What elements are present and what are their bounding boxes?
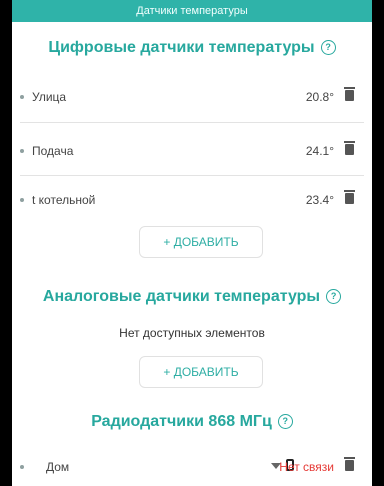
add-digital-sensor-button[interactable]: + ДОБАВИТЬ: [139, 226, 263, 258]
right-border: [372, 0, 384, 486]
delete-icon[interactable]: [344, 457, 355, 471]
left-border: [0, 0, 12, 486]
analog-sensors-title: Аналоговые датчики температуры?: [20, 288, 364, 306]
delete-icon[interactable]: [344, 141, 355, 155]
empty-state-text: Нет доступных элементов: [119, 326, 265, 340]
list-item[interactable]: Подача 24.1°: [20, 140, 364, 164]
sensor-label: Улица: [32, 90, 67, 104]
digital-sensors-title-text: Цифровые датчики температуры: [48, 39, 315, 56]
sensor-temperature: 23.4°: [305, 193, 334, 207]
radio-sensors-title: Радиодатчики 868 МГц?: [20, 413, 364, 431]
radio-sensors-title-text: Радиодатчики 868 МГц: [91, 413, 272, 430]
drag-handle-icon[interactable]: [20, 198, 24, 202]
add-analog-sensor-button[interactable]: + ДОБАВИТЬ: [139, 356, 263, 388]
delete-icon[interactable]: [344, 190, 355, 204]
help-icon[interactable]: ?: [277, 414, 293, 430]
divider: [20, 175, 364, 176]
help-icon[interactable]: ?: [320, 40, 336, 56]
analog-sensors-title-text: Аналоговые датчики температуры: [42, 288, 321, 305]
divider: [20, 122, 364, 123]
help-icon[interactable]: ?: [326, 289, 342, 305]
sensor-label: Дом: [46, 460, 70, 474]
drag-handle-icon[interactable]: [20, 95, 24, 99]
digital-sensors-title: Цифровые датчики температуры?: [20, 39, 364, 57]
delete-icon[interactable]: [344, 87, 355, 101]
list-item[interactable]: Дом Нет связи: [20, 456, 364, 480]
drag-handle-icon[interactable]: [20, 465, 24, 469]
list-item[interactable]: Улица 20.8°: [20, 86, 364, 110]
sensor-temperature: 20.8°: [305, 90, 334, 104]
sensor-label: Подача: [32, 144, 74, 158]
connection-status: Нет связи: [279, 460, 334, 474]
drag-handle-icon[interactable]: [20, 149, 24, 153]
list-item[interactable]: t котельной 23.4°: [20, 189, 364, 213]
sensor-temperature: 24.1°: [305, 144, 334, 158]
page-header: Датчики температуры: [12, 0, 372, 22]
sensor-label: t котельной: [32, 193, 96, 207]
